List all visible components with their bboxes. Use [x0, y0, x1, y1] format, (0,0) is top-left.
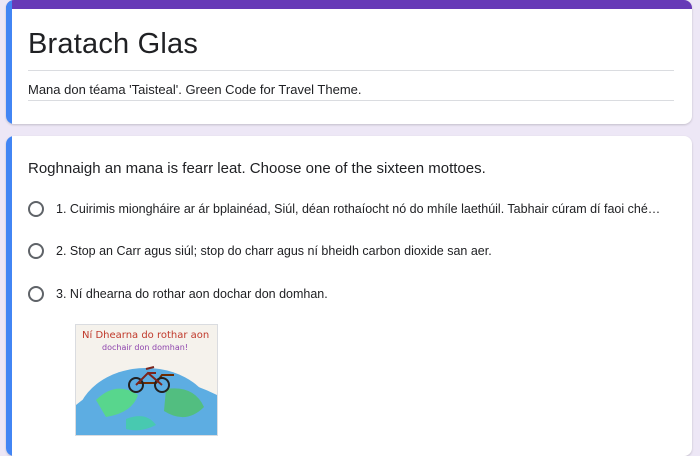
image-caption-line1: Ní Dhearna do rothar aon [82, 329, 209, 341]
form-header-card: Bratach Glas Mana don téama 'Taisteal'. … [6, 0, 692, 124]
option-3-image: Ní Dhearna do rothar aon dochair don dom… [75, 324, 218, 456]
focus-indicator [6, 136, 12, 456]
form-description: Mana don téama 'Taisteal'. Green Code fo… [28, 82, 362, 97]
form-title: Bratach Glas [28, 28, 199, 60]
radio-option-1[interactable]: 1. Cuirimis miongháire ar ár bplainéad, … [28, 198, 674, 220]
image-caption-line2: dochair don domhan! [102, 343, 188, 352]
radio-button[interactable] [28, 286, 44, 302]
question-title: Roghnaigh an mana is fearr leat. Choose … [28, 160, 486, 177]
radio-option-3[interactable]: 3. Ní dhearna do rothar aon dochar don d… [28, 283, 674, 305]
option-label: 2. Stop an Carr agus siúl; stop do charr… [56, 244, 492, 258]
header-accent-bar [6, 0, 692, 9]
earth-bicycle-drawing-image: Ní Dhearna do rothar aon dochair don dom… [76, 325, 217, 456]
option-label: 1. Cuirimis miongháire ar ár bplainéad, … [56, 202, 661, 216]
option-label: 3. Ní dhearna do rothar aon dochar don d… [56, 287, 328, 301]
radio-option-2[interactable]: 2. Stop an Carr agus siúl; stop do charr… [28, 240, 674, 262]
radio-button[interactable] [28, 243, 44, 259]
radio-button[interactable] [28, 201, 44, 217]
focus-indicator [6, 0, 12, 124]
title-divider [28, 70, 674, 71]
question-card: Roghnaigh an mana is fearr leat. Choose … [6, 136, 692, 456]
description-divider [28, 100, 674, 101]
